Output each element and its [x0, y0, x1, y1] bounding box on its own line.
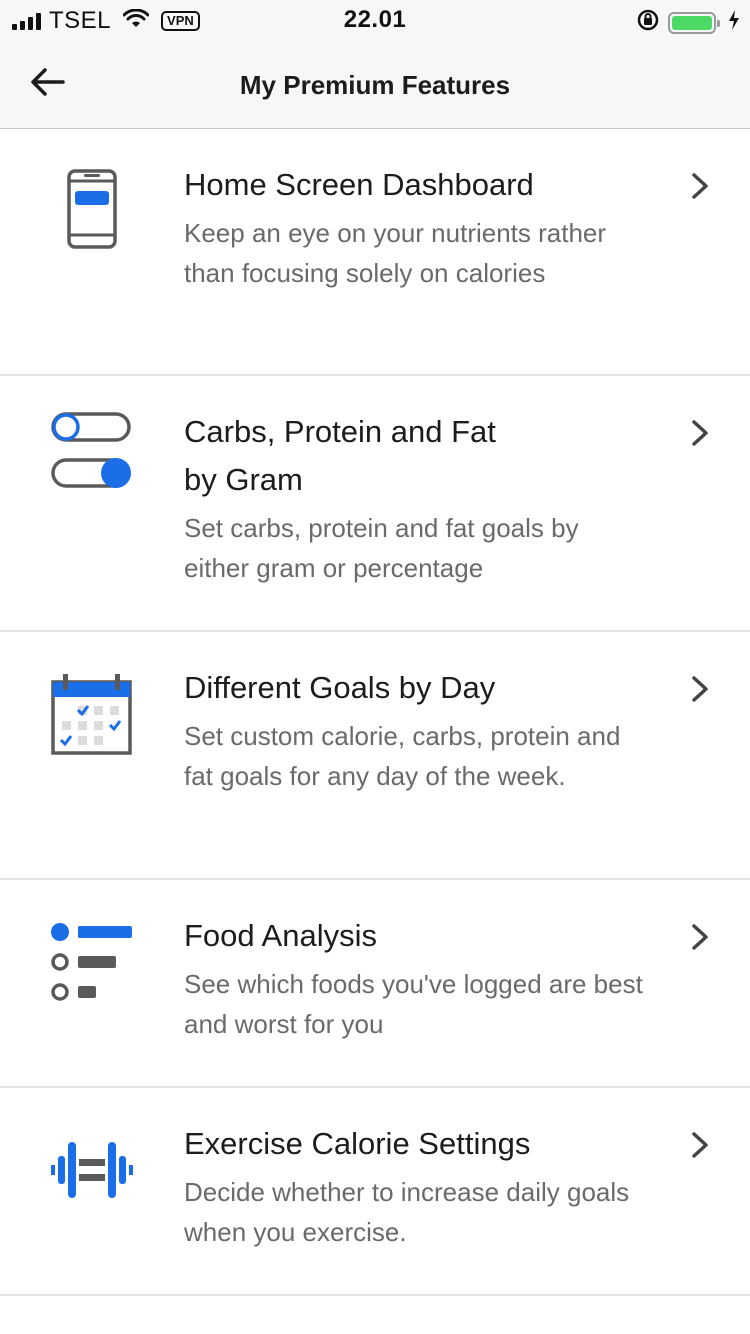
chevron-right-icon [688, 171, 712, 201]
calendar-icon [50, 672, 134, 756]
chevron-right-icon [688, 674, 712, 704]
toggle-switches-icon [50, 408, 134, 492]
rotation-lock-icon [636, 8, 660, 37]
page-title: My Premium Features [239, 70, 511, 100]
status-bar: TSEL VPN 22.01 [0, 0, 750, 40]
feature-row-carbs-protein-fat[interactable]: Carbs, Protein and Fat by Gram Set carbs… [0, 376, 750, 632]
feature-row-different-goals-by-day[interactable]: Different Goals by Day Set custom calori… [0, 632, 750, 880]
feature-title: Food Analysis [184, 918, 377, 953]
feature-row-food-analysis[interactable]: Food Analysis See which foods you've log… [0, 880, 750, 1088]
feature-description: Keep an eye on your nutrients rather tha… [184, 218, 607, 288]
food-analysis-icon [50, 920, 134, 1004]
feature-title: Exercise Calorie Settings [184, 1126, 531, 1161]
feature-title: Home Screen Dashboard [184, 167, 534, 202]
premium-features-list: Home Screen Dashboard Keep an eye on you… [0, 129, 750, 1296]
feature-description: Set custom calorie, carbs, protein and f… [184, 721, 621, 791]
chevron-right-icon [688, 418, 712, 448]
charging-bolt-icon [728, 10, 740, 35]
chevron-right-icon [688, 1130, 712, 1160]
feature-description: See which foods you've logged are best a… [184, 969, 643, 1039]
feature-description: Decide whether to increase daily goals w… [184, 1177, 630, 1247]
feature-row-exercise-calorie-settings[interactable]: Exercise Calorie Settings Decide whether… [0, 1088, 750, 1296]
feature-description: Set carbs, protein and fat goals by eith… [184, 513, 579, 583]
feature-title-line-1: Carbs, Protein and Fat [184, 414, 496, 449]
feature-row-home-screen-dashboard[interactable]: Home Screen Dashboard Keep an eye on you… [0, 129, 750, 376]
feature-title: Different Goals by Day [184, 670, 496, 705]
chevron-right-icon [688, 922, 712, 952]
feature-title-line-2: by Gram [184, 462, 303, 497]
dumbbell-icon [50, 1128, 134, 1212]
phone-dashboard-icon [50, 167, 134, 251]
battery-icon [668, 11, 720, 34]
navigation-bar: My Premium Features [0, 40, 750, 129]
